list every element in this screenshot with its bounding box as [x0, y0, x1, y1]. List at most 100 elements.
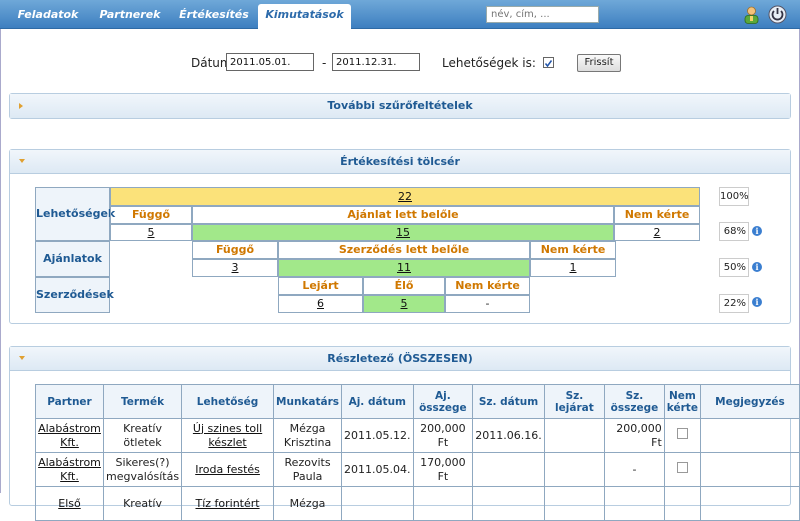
product-cell: Kreatív — [102, 486, 183, 521]
col-contract-date[interactable]: Sz. dátum — [472, 384, 545, 419]
contract-live-link[interactable]: 5 — [401, 297, 408, 310]
contract-expired-label: Lejárt — [278, 277, 363, 295]
contract-date-cell — [472, 486, 545, 521]
opportunity-link[interactable]: Iroda festés — [195, 463, 260, 476]
product-cell: Sikeres(?) megvalósítás — [102, 452, 183, 487]
not-requested-checkbox[interactable] — [676, 462, 688, 473]
offer-pending-value[interactable]: 3 — [192, 259, 278, 277]
note-cell — [699, 452, 800, 487]
offer-date-cell: 2011.05.04. — [341, 452, 414, 487]
contract-live-value[interactable]: 5 — [363, 295, 445, 313]
search-input[interactable] — [486, 6, 599, 23]
sales-funnel-title: Értékesítési tölcsér — [340, 155, 460, 168]
refresh-button[interactable]: Frissít — [577, 54, 621, 72]
col-opportunity[interactable]: Lehetőség — [181, 384, 275, 419]
opportunity-link[interactable]: Új szines toll készlet — [193, 422, 262, 449]
contract-amount-cell: 200,000 Ft — [604, 418, 665, 453]
opp-notreq-link[interactable]: 2 — [654, 226, 661, 239]
row-label-opportunities: Lehetőségek — [35, 187, 115, 241]
not-requested-cell — [663, 452, 701, 487]
sales-funnel-header[interactable]: Értékesítési tölcsér — [10, 150, 790, 174]
opportunity-link[interactable]: Tíz forintért — [195, 497, 259, 510]
opp-offer-link[interactable]: 15 — [396, 226, 410, 239]
note-cell — [699, 418, 800, 453]
row-label-offers: Ajánlatok — [35, 241, 110, 277]
opp-notreq-value[interactable]: 2 — [614, 224, 700, 241]
partner-link[interactable]: Első — [58, 497, 80, 510]
contract-expired-value[interactable]: 6 — [278, 295, 363, 313]
info-icon[interactable]: i — [752, 297, 762, 307]
more-filters-panel: További szűrőfeltételek — [9, 93, 791, 119]
col-contract-amount[interactable]: Sz. összege — [604, 384, 665, 419]
tab-kimutatasok[interactable]: Kimutatások — [258, 4, 351, 29]
table-row: Első Kreatív Tíz forintért Mézga — [35, 486, 800, 521]
col-partner[interactable]: Partner — [35, 384, 104, 419]
not-requested-checkbox[interactable] — [676, 428, 688, 439]
opp-notreq-label: Nem kérte — [614, 206, 700, 224]
contract-expired-link[interactable]: 6 — [317, 297, 324, 310]
checkmark-icon — [544, 60, 553, 68]
funnel-total[interactable]: 22 — [110, 187, 700, 206]
contract-live-label: Élő — [363, 277, 445, 295]
col-offer-date[interactable]: Aj. dátum — [341, 384, 414, 419]
employee-cell: Mézga — [273, 486, 343, 521]
tab-feladatok[interactable]: Feladatok — [14, 4, 82, 29]
product-cell: Kreatív ötletek — [102, 418, 183, 453]
col-not-requested[interactable]: Nem kérte — [663, 384, 701, 419]
not-requested-cell — [663, 418, 701, 453]
offer-amount-cell — [412, 486, 474, 521]
contract-amount-cell: - — [604, 452, 665, 487]
opportunities-checkbox[interactable] — [543, 57, 554, 68]
offer-notreq-label: Nem kérte — [530, 241, 616, 259]
details-title: Részletező (ÖSSZESEN) — [327, 352, 473, 365]
contract-expiry-cell — [543, 418, 606, 453]
opp-pending-value[interactable]: 5 — [110, 224, 192, 241]
note-cell — [699, 486, 800, 521]
more-filters-header[interactable]: További szűrőfeltételek — [10, 94, 790, 118]
opp-pending-label: Függő — [110, 206, 192, 224]
user-icon[interactable] — [742, 5, 761, 24]
col-offer-amount[interactable]: Aj. összege — [412, 384, 474, 419]
collapse-icon — [19, 356, 25, 360]
table-header-row: Partner Termék Lehetőség Munkatárs Aj. d… — [35, 384, 800, 419]
contract-expiry-cell — [543, 486, 606, 521]
offer-contract-label: Szerződés lett belőle — [278, 241, 530, 259]
tab-ertekesites[interactable]: Értékesítés — [176, 4, 252, 29]
offer-pending-link[interactable]: 3 — [232, 261, 239, 274]
more-filters-title: További szűrőfeltételek — [327, 99, 473, 112]
opp-pending-link[interactable]: 5 — [148, 226, 155, 239]
tab-partnerek[interactable]: Partnerek — [94, 4, 166, 29]
offer-notreq-value[interactable]: 1 — [530, 259, 616, 277]
col-employee[interactable]: Munkatárs — [273, 384, 343, 419]
opp-offer-value[interactable]: 15 — [192, 224, 614, 241]
contract-notreq-value: - — [445, 295, 530, 313]
contract-notreq-label: Nem kérte — [445, 277, 530, 295]
offer-amount-cell: 200,000 Ft — [412, 418, 474, 453]
info-icon[interactable]: i — [752, 226, 762, 236]
details-header[interactable]: Részletező (ÖSSZESEN) — [10, 347, 790, 371]
funnel-total-pct: 100% — [719, 187, 749, 206]
offer-amount-cell: 170,000 Ft — [412, 452, 474, 487]
opp-offer-label: Ajánlat lett belőle — [192, 206, 614, 224]
col-contract-expiry[interactable]: Sz. lejárat — [543, 384, 606, 419]
offer-contract-link[interactable]: 11 — [397, 261, 411, 274]
offer-notreq-link[interactable]: 1 — [570, 261, 577, 274]
table-row: Alabástrom Kft. Sikeres(?) megvalósítás … — [35, 452, 800, 487]
funnel-total-link[interactable]: 22 — [398, 190, 412, 203]
table-row: Alabástrom Kft. Kreatív ötletek Új szine… — [35, 418, 800, 453]
info-icon[interactable]: i — [752, 262, 762, 272]
col-product[interactable]: Termék — [102, 384, 183, 419]
partner-link[interactable]: Alabástrom Kft. — [38, 456, 101, 483]
offer-contract-value[interactable]: 11 — [278, 259, 530, 277]
logout-icon[interactable] — [768, 5, 787, 24]
date-from-input[interactable] — [226, 53, 314, 71]
partner-link[interactable]: Alabástrom Kft. — [38, 422, 101, 449]
col-note[interactable]: Megjegyzés — [699, 384, 800, 419]
offer-pending-label: Függő — [192, 241, 278, 259]
expand-icon — [19, 103, 23, 109]
employee-cell: Mézga Krisztina — [273, 418, 343, 453]
date-to-input[interactable] — [332, 53, 420, 71]
not-requested-cell — [663, 486, 701, 521]
details-table: Partner Termék Lehetőség Munkatárs Aj. d… — [35, 384, 800, 521]
offer-pct: 50% — [719, 258, 749, 277]
